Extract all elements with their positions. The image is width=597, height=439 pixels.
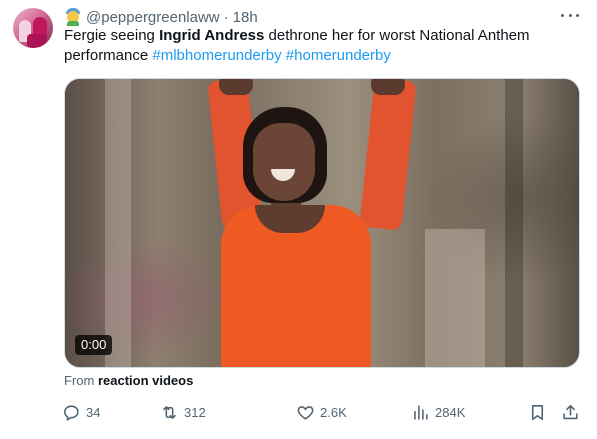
share-icon [563,404,578,419]
bookmark-button[interactable] [528,400,547,424]
retweet-button[interactable]: 312 [160,400,206,424]
avatar[interactable] [13,8,53,48]
views-button[interactable]: 284K [411,400,465,424]
user-handle[interactable]: @peppergreenlaww [86,9,220,26]
views-icon [414,404,428,420]
like-button[interactable]: 2.6K [296,400,347,424]
timestamp[interactable]: 18h [233,9,258,26]
like-icon [297,405,314,420]
video-player[interactable]: 0:00 [64,78,580,368]
reply-button[interactable]: 34 [62,400,100,424]
separator: · [223,8,229,26]
view-count: 284K [435,404,466,420]
video-duration: 0:00 [75,335,113,355]
tweet-text-start: Fergie seeing [64,27,160,44]
retweet-icon [163,405,176,419]
bookmark-icon [531,404,544,420]
tweet-text: Fergie seeing Ingrid Andress dethrone he… [64,26,584,66]
hashtag-homerunderby[interactable]: #homerunderby [286,47,391,64]
source-prefix: From [64,373,98,388]
share-button[interactable] [561,400,580,424]
source-name[interactable]: reaction videos [98,373,193,388]
emoji-badge-icon [64,8,82,26]
hashtag-mlbhomerunderby[interactable]: #mlbhomerunderby [152,47,281,64]
more-icon[interactable] [561,8,579,22]
reply-icon [63,404,79,421]
like-count: 2.6K [320,404,347,420]
action-bar: 34 312 2.6K 284K [56,400,586,424]
media-source[interactable]: From reaction videos [64,373,193,388]
tweet[interactable]: @peppergreenlaww · 18h Fergie seeing Ing… [0,0,597,439]
mention-bold: Ingrid Andress [159,27,265,44]
tweet-header: @peppergreenlaww · 18h [64,7,258,27]
retweet-count: 312 [184,404,206,420]
reply-count: 34 [86,404,101,420]
